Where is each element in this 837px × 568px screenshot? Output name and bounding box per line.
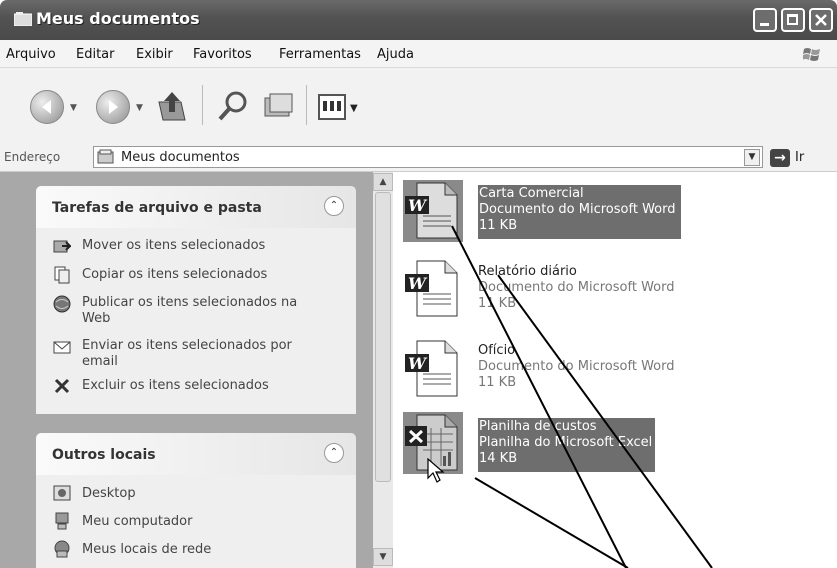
menu-bar	[0, 40, 837, 68]
toolbar-separator	[306, 85, 307, 125]
menu-exibir[interactable]: Exibir	[136, 47, 173, 62]
places-panel-title: Outros locais	[52, 447, 156, 463]
windows-logo-icon	[803, 48, 820, 61]
collapse-chevron-icon[interactable]: ⌃	[324, 443, 344, 463]
file-size: 14 KB	[479, 451, 518, 466]
task-delete[interactable]: Excluir os itens selecionados	[82, 378, 269, 394]
folder-icon	[14, 12, 32, 26]
delete-icon	[54, 378, 70, 394]
forward-dropdown-arrow-icon[interactable]: ▼	[136, 103, 143, 113]
arrow-right-icon	[109, 100, 118, 114]
views-dropdown-arrow-icon[interactable]: ▼	[350, 103, 358, 114]
place-my-computer[interactable]: Meu computador	[82, 514, 192, 530]
menu-ferramentas[interactable]: Ferramentas	[279, 47, 361, 62]
scroll-up-button[interactable]: ▲	[373, 173, 393, 191]
go-button[interactable]: →	[770, 149, 790, 167]
task-publish[interactable]: Publicar os itens selecionados na Web	[82, 295, 322, 327]
search-button[interactable]	[216, 88, 250, 124]
folders-button[interactable]	[262, 90, 296, 122]
file-size: 11 KB	[478, 375, 517, 390]
file-name: Relatório diário	[478, 264, 577, 279]
go-label[interactable]: Ir	[795, 150, 804, 165]
file-planilha-de-custos[interactable]: Planilha de custos Planilha do Microsoft…	[478, 418, 655, 472]
menu-editar[interactable]: Editar	[76, 47, 115, 62]
up-folder-button[interactable]	[155, 88, 189, 124]
scroll-down-button[interactable]: ▼	[373, 548, 393, 566]
views-button[interactable]	[318, 94, 346, 120]
computer-icon	[55, 512, 69, 530]
file-relatorio-diario[interactable]: Relatório diário Documento do Microsoft …	[478, 264, 688, 312]
svg-text:W: W	[408, 274, 428, 293]
back-button[interactable]	[30, 90, 64, 124]
task-copy[interactable]: Copiar os itens selecionados	[82, 267, 267, 283]
file-carta-comercial[interactable]: Carta Comercial Documento do Microsoft W…	[478, 185, 681, 239]
scrollbar-thumb[interactable]	[375, 192, 391, 482]
email-icon	[53, 341, 71, 354]
svg-text:W: W	[408, 354, 428, 373]
annotation-line	[474, 477, 629, 568]
word-document-icon[interactable]: W	[403, 258, 463, 318]
minimize-button[interactable]	[753, 8, 777, 32]
task-move[interactable]: Mover os itens selecionados	[82, 238, 265, 254]
place-network[interactable]: Meus locais de rede	[82, 542, 211, 558]
close-button[interactable]	[809, 8, 833, 32]
collapse-chevron-icon[interactable]: ⌃	[324, 196, 344, 216]
network-icon	[54, 540, 70, 558]
svg-text:W: W	[408, 196, 428, 215]
file-name: Planilha de custos	[479, 419, 597, 434]
folder-icon	[97, 149, 114, 164]
file-size: 11 KB	[478, 296, 517, 311]
forward-button[interactable]	[96, 90, 130, 124]
menu-favoritos[interactable]: Favoritos	[193, 47, 252, 62]
file-type: Documento do Microsoft Word	[478, 280, 675, 295]
maximize-button[interactable]	[781, 8, 805, 32]
back-dropdown-arrow-icon[interactable]: ▼	[70, 103, 77, 113]
tasks-panel-title: Tarefas de arquivo e pasta	[52, 200, 262, 216]
word-document-icon[interactable]: W	[403, 180, 463, 240]
address-value: Meus documentos	[121, 150, 240, 165]
file-name: Carta Comercial	[479, 186, 584, 201]
move-icon	[53, 240, 71, 253]
file-oficio[interactable]: Ofício Documento do Microsoft Word 11 KB	[478, 343, 688, 391]
desktop-icon	[53, 485, 71, 501]
menu-arquivo[interactable]: Arquivo	[6, 47, 56, 62]
address-label: Endereço	[4, 150, 61, 164]
toolbar-separator	[202, 85, 203, 125]
place-desktop[interactable]: Desktop	[82, 486, 136, 502]
mouse-cursor-icon	[427, 458, 445, 483]
copy-icon	[54, 266, 70, 284]
file-type: Planilha do Microsoft Excel	[479, 435, 653, 450]
menu-ajuda[interactable]: Ajuda	[377, 47, 414, 62]
window-title: Meus documentos	[36, 9, 200, 28]
arrow-left-icon	[42, 100, 51, 114]
file-name: Ofício	[478, 343, 516, 358]
address-dropdown-button[interactable]: ▼	[744, 149, 760, 166]
file-type: Documento do Microsoft Word	[478, 359, 675, 374]
word-document-icon[interactable]: W	[403, 338, 463, 398]
file-type: Documento do Microsoft Word	[479, 202, 676, 217]
task-email[interactable]: Enviar os itens selecionados por email	[82, 338, 322, 370]
publish-icon	[53, 295, 71, 313]
file-size: 11 KB	[479, 218, 518, 233]
